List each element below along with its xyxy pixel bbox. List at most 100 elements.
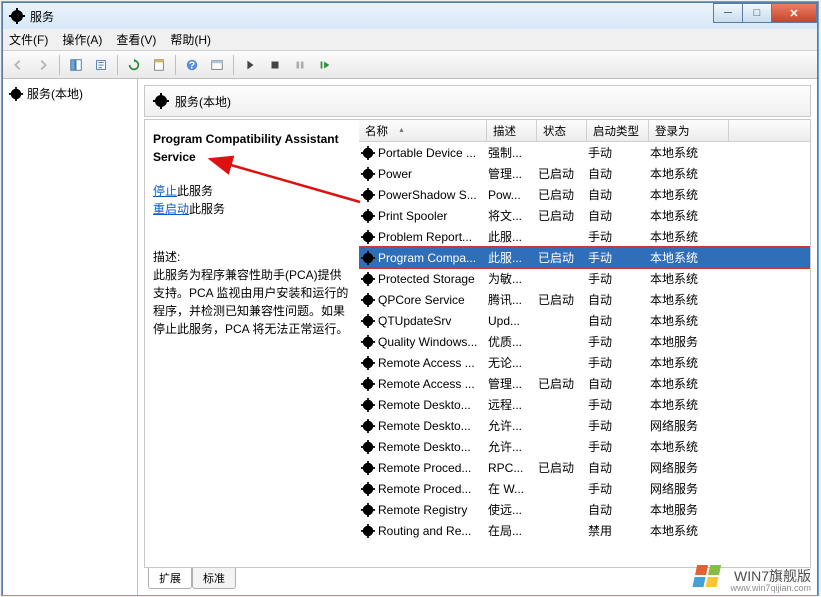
cell-logon: 本地系统 <box>650 375 730 392</box>
menu-action[interactable]: 操作(A) <box>62 31 102 48</box>
col-startup[interactable]: 启动类型 <box>587 120 649 141</box>
table-row[interactable]: Remote Proced...RPC...已启动自动网络服务 <box>359 457 810 478</box>
pause-service-button[interactable] <box>289 54 311 76</box>
show-hide-tree-button[interactable] <box>65 54 87 76</box>
services-list[interactable]: 名称 描述 状态 启动类型 登录为 Portable Device ...强制.… <box>359 120 810 567</box>
help-button[interactable]: ? <box>181 54 203 76</box>
properties-button[interactable] <box>148 54 170 76</box>
cell-startup: 手动 <box>588 249 650 266</box>
gear-icon <box>361 314 375 328</box>
services-window: 服务 ─ □ ✕ 文件(F) 操作(A) 查看(V) 帮助(H) ? <box>2 2 818 595</box>
service-rows[interactable]: Portable Device ...强制...手动本地系统Power管理...… <box>359 142 810 567</box>
maximize-button[interactable]: □ <box>742 3 772 23</box>
cell-startup: 手动 <box>588 270 650 287</box>
svg-text:?: ? <box>189 59 195 71</box>
description-text: 此服务为程序兼容性助手(PCA)提供支持。PCA 监视由用户安装和运行的程序，并… <box>153 266 351 338</box>
cell-logon: 本地系统 <box>650 270 730 287</box>
table-row[interactable]: QTUpdateSrvUpd...自动本地系统 <box>359 310 810 331</box>
tab-extended[interactable]: 扩展 <box>148 568 192 589</box>
stop-service-link[interactable]: 停止 <box>153 184 177 198</box>
table-row[interactable]: Print Spooler将文...已启动自动本地系统 <box>359 205 810 226</box>
cell-name: Remote Deskto... <box>378 419 488 433</box>
back-button[interactable] <box>7 54 29 76</box>
cell-desc: 使远... <box>488 501 538 518</box>
cell-name: Quality Windows... <box>378 335 488 349</box>
cell-startup: 手动 <box>588 480 650 497</box>
cell-logon: 本地系统 <box>650 438 730 455</box>
gear-icon <box>361 377 375 391</box>
cell-name: Remote Deskto... <box>378 440 488 454</box>
table-row[interactable]: Remote Registry使远...自动本地服务 <box>359 499 810 520</box>
minimize-button[interactable]: ─ <box>713 3 743 23</box>
cell-name: Power <box>378 167 488 181</box>
close-button[interactable]: ✕ <box>771 3 817 23</box>
gear-icon <box>361 503 375 517</box>
tab-standard[interactable]: 标准 <box>192 568 236 589</box>
forward-button[interactable] <box>32 54 54 76</box>
gear-icon <box>361 209 375 223</box>
restart-service-link[interactable]: 重启动 <box>153 202 189 216</box>
table-row[interactable]: Problem Report...此服...手动本地系统 <box>359 226 810 247</box>
console-tree[interactable]: 服务(本地) <box>3 79 138 595</box>
gear-icon <box>361 482 375 496</box>
cell-name: QPCore Service <box>378 293 488 307</box>
export-button[interactable] <box>90 54 112 76</box>
cell-status: 已启动 <box>538 207 588 224</box>
cell-name: Problem Report... <box>378 230 488 244</box>
cell-status: 已启动 <box>538 249 588 266</box>
pane-body: Program Compatibility Assistant Service … <box>144 119 811 568</box>
table-row[interactable]: Program Compa...此服...已启动手动本地系统 <box>359 247 810 268</box>
show-hide-action-button[interactable] <box>206 54 228 76</box>
table-row[interactable]: Portable Device ...强制...手动本地系统 <box>359 142 810 163</box>
cell-name: Remote Access ... <box>378 356 488 370</box>
cell-desc: RPC... <box>488 461 538 475</box>
cell-startup: 手动 <box>588 438 650 455</box>
start-service-button[interactable] <box>239 54 261 76</box>
cell-logon: 本地系统 <box>650 228 730 245</box>
gear-icon <box>361 335 375 349</box>
table-row[interactable]: Remote Deskto...远程...手动本地系统 <box>359 394 810 415</box>
separator <box>59 55 60 75</box>
cell-startup: 手动 <box>588 144 650 161</box>
restart-service-button[interactable] <box>314 54 336 76</box>
menu-help[interactable]: 帮助(H) <box>170 31 211 48</box>
menu-file[interactable]: 文件(F) <box>9 31 48 48</box>
watermark: WIN7旗舰版 www.win7qijian.com <box>688 561 811 591</box>
titlebar[interactable]: 服务 ─ □ ✕ <box>3 3 817 29</box>
watermark-url: www.win7qijian.com <box>730 583 811 593</box>
stop-service-button[interactable] <box>264 54 286 76</box>
window-title: 服务 <box>30 8 54 25</box>
col-desc[interactable]: 描述 <box>487 120 537 141</box>
table-row[interactable]: Remote Deskto...允许...手动网络服务 <box>359 415 810 436</box>
table-row[interactable]: Remote Proced...在 W...手动网络服务 <box>359 478 810 499</box>
cell-status: 已启动 <box>538 459 588 476</box>
cell-status: 已启动 <box>538 375 588 392</box>
table-row[interactable]: Protected Storage为敏...手动本地系统 <box>359 268 810 289</box>
refresh-button[interactable] <box>123 54 145 76</box>
table-row[interactable]: QPCore Service腾讯...已启动自动本地系统 <box>359 289 810 310</box>
table-row[interactable]: Power管理...已启动自动本地系统 <box>359 163 810 184</box>
col-logon[interactable]: 登录为 <box>649 120 729 141</box>
table-row[interactable]: Routing and Re...在局...禁用本地系统 <box>359 520 810 541</box>
col-status[interactable]: 状态 <box>537 120 587 141</box>
cell-name: QTUpdateSrv <box>378 314 488 328</box>
toolbar: ? <box>3 51 817 79</box>
table-row[interactable]: Remote Access ...无论...手动本地系统 <box>359 352 810 373</box>
gear-icon <box>361 188 375 202</box>
tree-node-services-local[interactable]: 服务(本地) <box>7 83 133 104</box>
tree-node-label: 服务(本地) <box>27 85 83 102</box>
table-row[interactable]: Remote Deskto...允许...手动本地系统 <box>359 436 810 457</box>
cell-name: PowerShadow S... <box>378 188 488 202</box>
cell-name: Portable Device ... <box>378 146 488 160</box>
menu-view[interactable]: 查看(V) <box>116 31 156 48</box>
cell-status: 已启动 <box>538 186 588 203</box>
cell-startup: 手动 <box>588 333 650 350</box>
table-row[interactable]: Remote Access ...管理...已启动自动本地系统 <box>359 373 810 394</box>
col-name[interactable]: 名称 <box>359 120 487 141</box>
column-headers: 名称 描述 状态 启动类型 登录为 <box>359 120 810 142</box>
pane-title: 服务(本地) <box>175 93 231 110</box>
separator <box>117 55 118 75</box>
separator <box>175 55 176 75</box>
table-row[interactable]: PowerShadow S...Pow...已启动自动本地系统 <box>359 184 810 205</box>
table-row[interactable]: Quality Windows...优质...手动本地服务 <box>359 331 810 352</box>
